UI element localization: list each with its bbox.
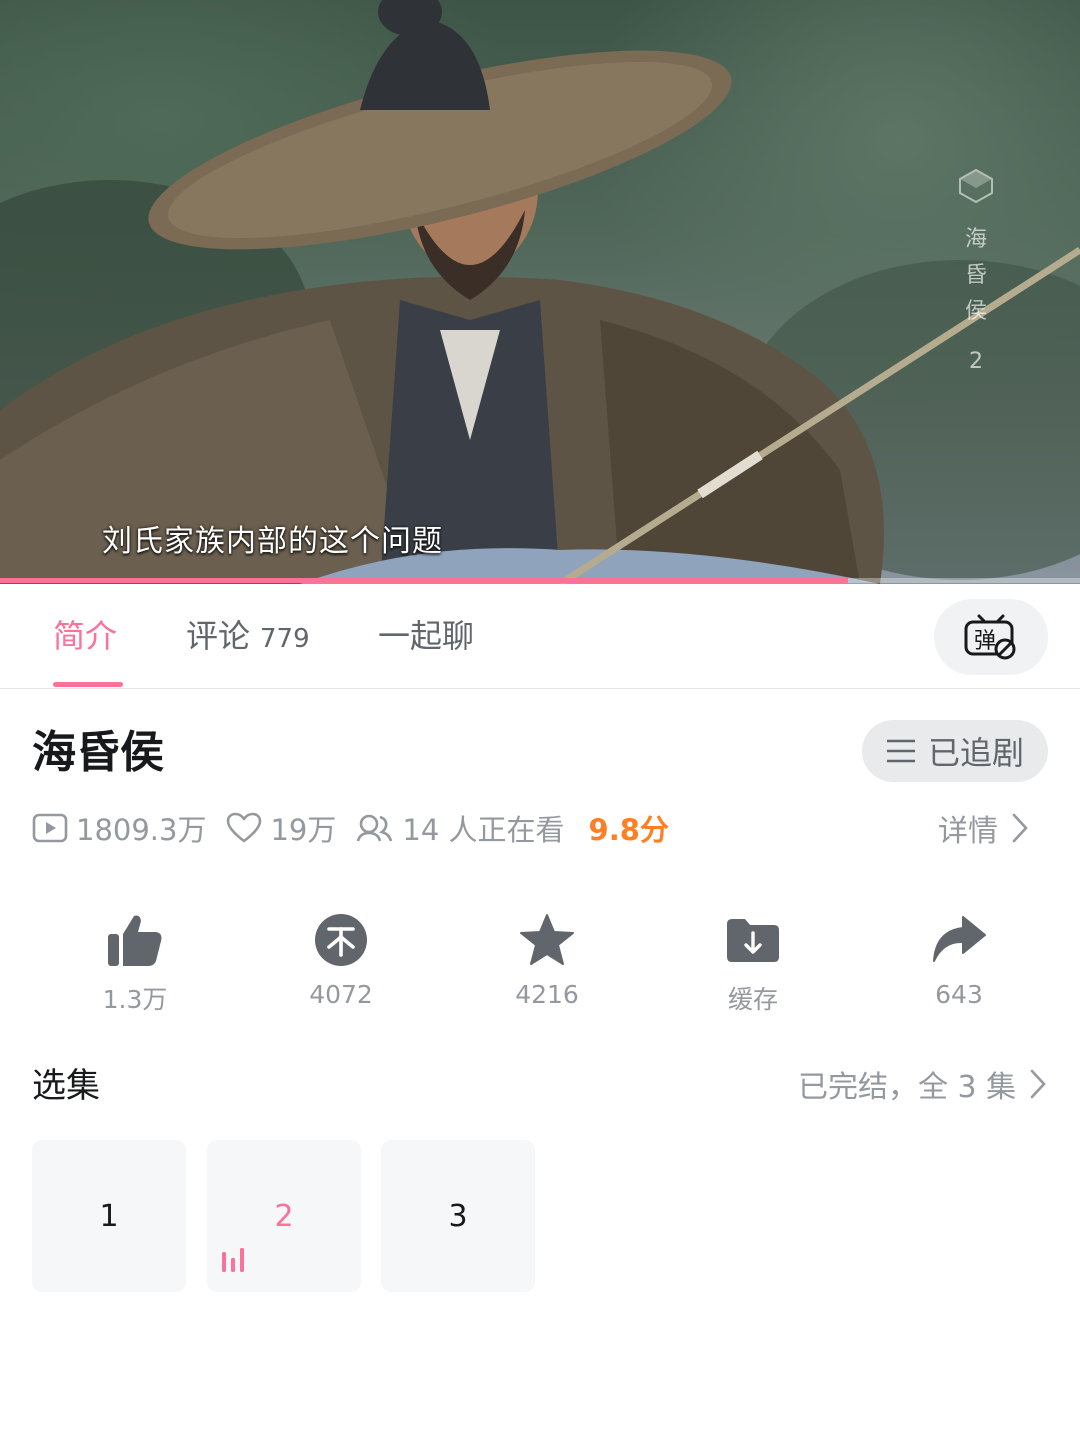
watermark-char: 海 [964, 227, 987, 252]
chevron-right-icon [1030, 1069, 1046, 1099]
coin-button[interactable]: 4072 [238, 900, 444, 1009]
like-button[interactable]: 1.3万 [32, 900, 238, 1016]
list-icon [886, 739, 915, 763]
watermark-episode: 2 [969, 349, 983, 374]
star-icon [520, 914, 574, 965]
tab-comments-label: 评论 [186, 617, 251, 655]
rating-score: 9.8分 [588, 813, 669, 847]
danmaku-toggle-button[interactable]: 弹 [934, 599, 1048, 675]
download-folder-icon [727, 919, 779, 962]
watermark-char: 侯 [964, 299, 987, 324]
show-title: 海昏侯 [32, 727, 164, 778]
likes-stat: 19万 [226, 807, 336, 849]
video-watermark: 海 昏 侯 2 [958, 168, 994, 380]
tab-chat[interactable]: 一起聊 [378, 584, 474, 688]
danmaku-off-icon: 弹 [964, 614, 1016, 660]
video-progress-bar[interactable] [0, 578, 1080, 583]
cache-button[interactable]: 缓存 [650, 900, 856, 1016]
detail-tabs: 简介 评论 779 一起聊 [0, 584, 1080, 689]
comments-count: 779 [260, 624, 310, 654]
watching-stat: 14 人正在看 [356, 807, 565, 849]
favorite-button[interactable]: 4216 [444, 900, 650, 1009]
coin-icon [315, 914, 367, 966]
like-count: 1.3万 [102, 985, 168, 1014]
episodes-status: 已完结，全 3 集 [798, 1070, 1017, 1105]
now-playing-icon [222, 1248, 244, 1272]
video-subtitle: 刘氏家族内部的这个问题 [102, 524, 443, 559]
tab-intro-label: 简介 [53, 617, 118, 655]
chevron-right-icon [1012, 813, 1028, 843]
video-player[interactable]: 刘氏家族内部的这个问题 海 昏 侯 2 [0, 0, 1080, 584]
share-button[interactable]: 643 [856, 900, 1062, 1009]
details-link[interactable]: 详情 [938, 806, 1028, 850]
video-frame [0, 0, 1080, 584]
channel-logo-icon [959, 168, 993, 204]
favorite-count: 4216 [515, 980, 579, 1009]
episodes-status-link[interactable]: 已完结，全 3 集 [798, 1062, 1046, 1106]
tab-chat-label: 一起聊 [378, 617, 475, 655]
thumbs-up-icon [108, 915, 162, 966]
tab-comments[interactable]: 评论 779 [186, 584, 310, 688]
share-count: 643 [935, 980, 983, 1009]
episode-number: 1 [99, 1198, 119, 1234]
views-stat: 1809.3万 [32, 807, 206, 849]
play-count-icon [32, 813, 68, 843]
coin-count: 4072 [309, 980, 373, 1009]
action-bar: 1.3万 4072 4216 缓存 643 [32, 900, 1062, 1020]
episode-number: 2 [274, 1198, 294, 1234]
views-count: 1809.3万 [76, 813, 207, 847]
follow-series-button[interactable]: 已追剧 [862, 720, 1048, 782]
tab-intro[interactable]: 简介 [53, 584, 117, 688]
watching-count: 14 人正在看 [402, 813, 565, 847]
danmaku-char: 弹 [974, 629, 996, 654]
episode-card-current[interactable]: 2 [207, 1140, 361, 1292]
video-progress-fill [0, 578, 848, 583]
show-stats: 1809.3万 19万 14 人正在看 9.8分 [32, 806, 669, 850]
active-tab-indicator [53, 682, 123, 687]
details-label: 详情 [938, 814, 998, 849]
cache-label: 缓存 [727, 985, 778, 1014]
episodes-title: 选集 [32, 1066, 100, 1106]
follow-label: 已追剧 [927, 734, 1024, 772]
episode-number: 3 [448, 1198, 468, 1234]
episode-card[interactable]: 1 [32, 1140, 186, 1292]
episode-card[interactable]: 3 [381, 1140, 535, 1292]
likes-count: 19万 [270, 813, 337, 847]
watermark-char: 昏 [964, 263, 987, 288]
viewers-icon [357, 814, 393, 842]
heart-icon [227, 812, 262, 843]
share-icon [933, 916, 986, 962]
